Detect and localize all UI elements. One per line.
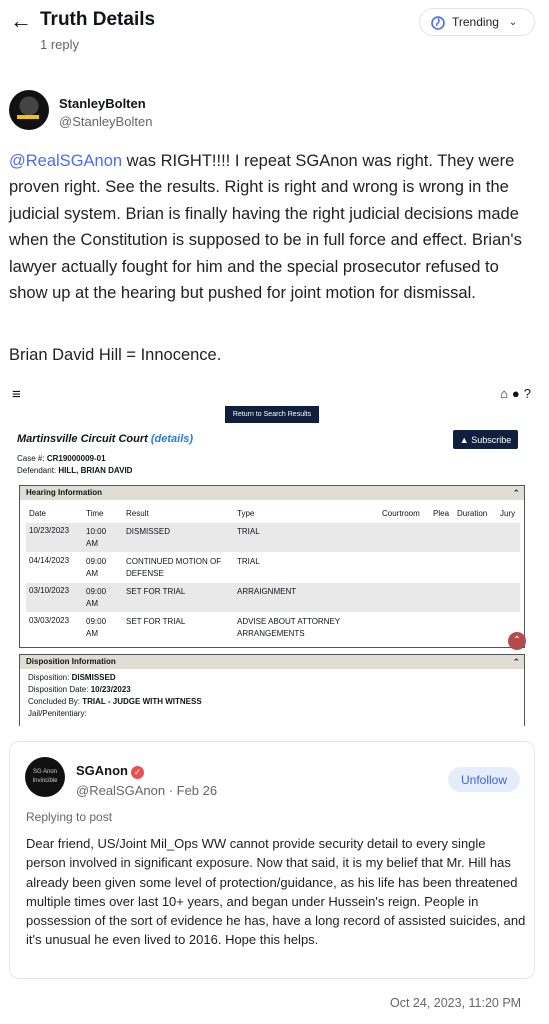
back-arrow-icon[interactable]: ←	[10, 8, 32, 34]
disposition-panel-title: Disposition Information ⌃	[20, 655, 524, 669]
author-handle[interactable]: @StanleyBolten	[59, 114, 152, 129]
concluded-by: Concluded By: TRIAL - JUDGE WITH WITNESS	[28, 697, 202, 706]
jail-penitentiary: Jail/Penitentiary:	[28, 709, 87, 718]
case-number: Case #: CR19000009-01	[17, 454, 106, 463]
post-timestamp: Oct 24, 2023, 11:20 PM	[390, 996, 522, 1010]
unfollow-button[interactable]: Unfollow	[448, 767, 520, 792]
attached-image[interactable]: ≡ ⌂●? Return to Search Results Martinsvi…	[9, 384, 539, 726]
scroll-up-icon: ⌃	[508, 632, 526, 650]
reply-count: 1 reply	[40, 37, 80, 52]
page-title: Truth Details	[40, 9, 156, 30]
court-navbar: ≡ ⌂●?	[9, 384, 539, 406]
hearing-row: 04/14/2023 09:00 AM CONTINUED MOTION OF …	[29, 556, 260, 578]
trending-dropdown[interactable]: Trending ⌄	[419, 8, 535, 36]
avatar[interactable]	[9, 90, 49, 130]
trending-label: Trending	[452, 15, 499, 29]
menu-icon: ≡	[12, 386, 21, 403]
verified-badge-icon: ✓	[131, 766, 144, 779]
chevron-down-icon: ⌄	[508, 16, 518, 28]
post-text: @RealSGAnon was RIGHT!!!! I repeat SGAno…	[9, 148, 539, 306]
hearing-information-panel: Hearing Information ⌃ Date Time Result Ty…	[19, 485, 525, 648]
defendant: Defendant: HILL, BRIAN DAVID	[17, 466, 133, 475]
mention-link[interactable]: @RealSGAnon	[9, 152, 122, 170]
disposition-information-panel: Disposition Information ⌃ Disposition: DI…	[19, 654, 525, 726]
home-user-help-icons: ⌂●?	[500, 386, 535, 401]
hearing-row: 10/23/2023 10:00 AM DISMISSED TRIAL	[26, 523, 520, 552]
hearing-table-header: Date Time Result Type Courtroom Plea Dur…	[29, 509, 516, 518]
quoted-text: Dear friend, US/Joint Mil_Ops WW cannot …	[26, 836, 526, 948]
quoted-author-name[interactable]: SGAnon ✓	[76, 763, 144, 779]
post-text-main: was RIGHT!!!! I repeat SGAnon was right.…	[9, 152, 522, 303]
hearing-row: 03/03/2023 09:00 AM SET FOR TRIAL ADVISE…	[29, 616, 340, 638]
author-name[interactable]: StanleyBolten	[59, 96, 146, 111]
hearing-row: 03/10/2023 09:00 AM SET FOR TRIAL ARRAIG…	[26, 583, 520, 612]
post-text-line2: Brian David Hill = Innocence.	[9, 346, 222, 364]
disposition-date: Disposition Date: 10/23/2023	[28, 685, 131, 694]
quoted-handle-date: @RealSGAnon · Feb 26	[76, 783, 218, 798]
replying-to: Replying to post	[26, 810, 113, 824]
court-name: Martinsville Circuit Court (details)	[17, 433, 194, 445]
quoted-post[interactable]: SG Anon Invincible SGAnon ✓ @RealSGAnon ·…	[9, 741, 535, 979]
flame-icon	[431, 16, 445, 30]
quoted-avatar[interactable]: SG Anon Invincible	[25, 757, 65, 797]
disposition: Disposition: DISMISSED	[28, 673, 116, 682]
return-to-search-button: Return to Search Results	[225, 406, 319, 423]
page-header: ← Truth Details 1 reply Trending ⌄	[0, 0, 549, 60]
subscribe-button: ▲ Subscribe	[453, 430, 518, 449]
hearing-panel-title: Hearing Information ⌃	[20, 486, 524, 500]
